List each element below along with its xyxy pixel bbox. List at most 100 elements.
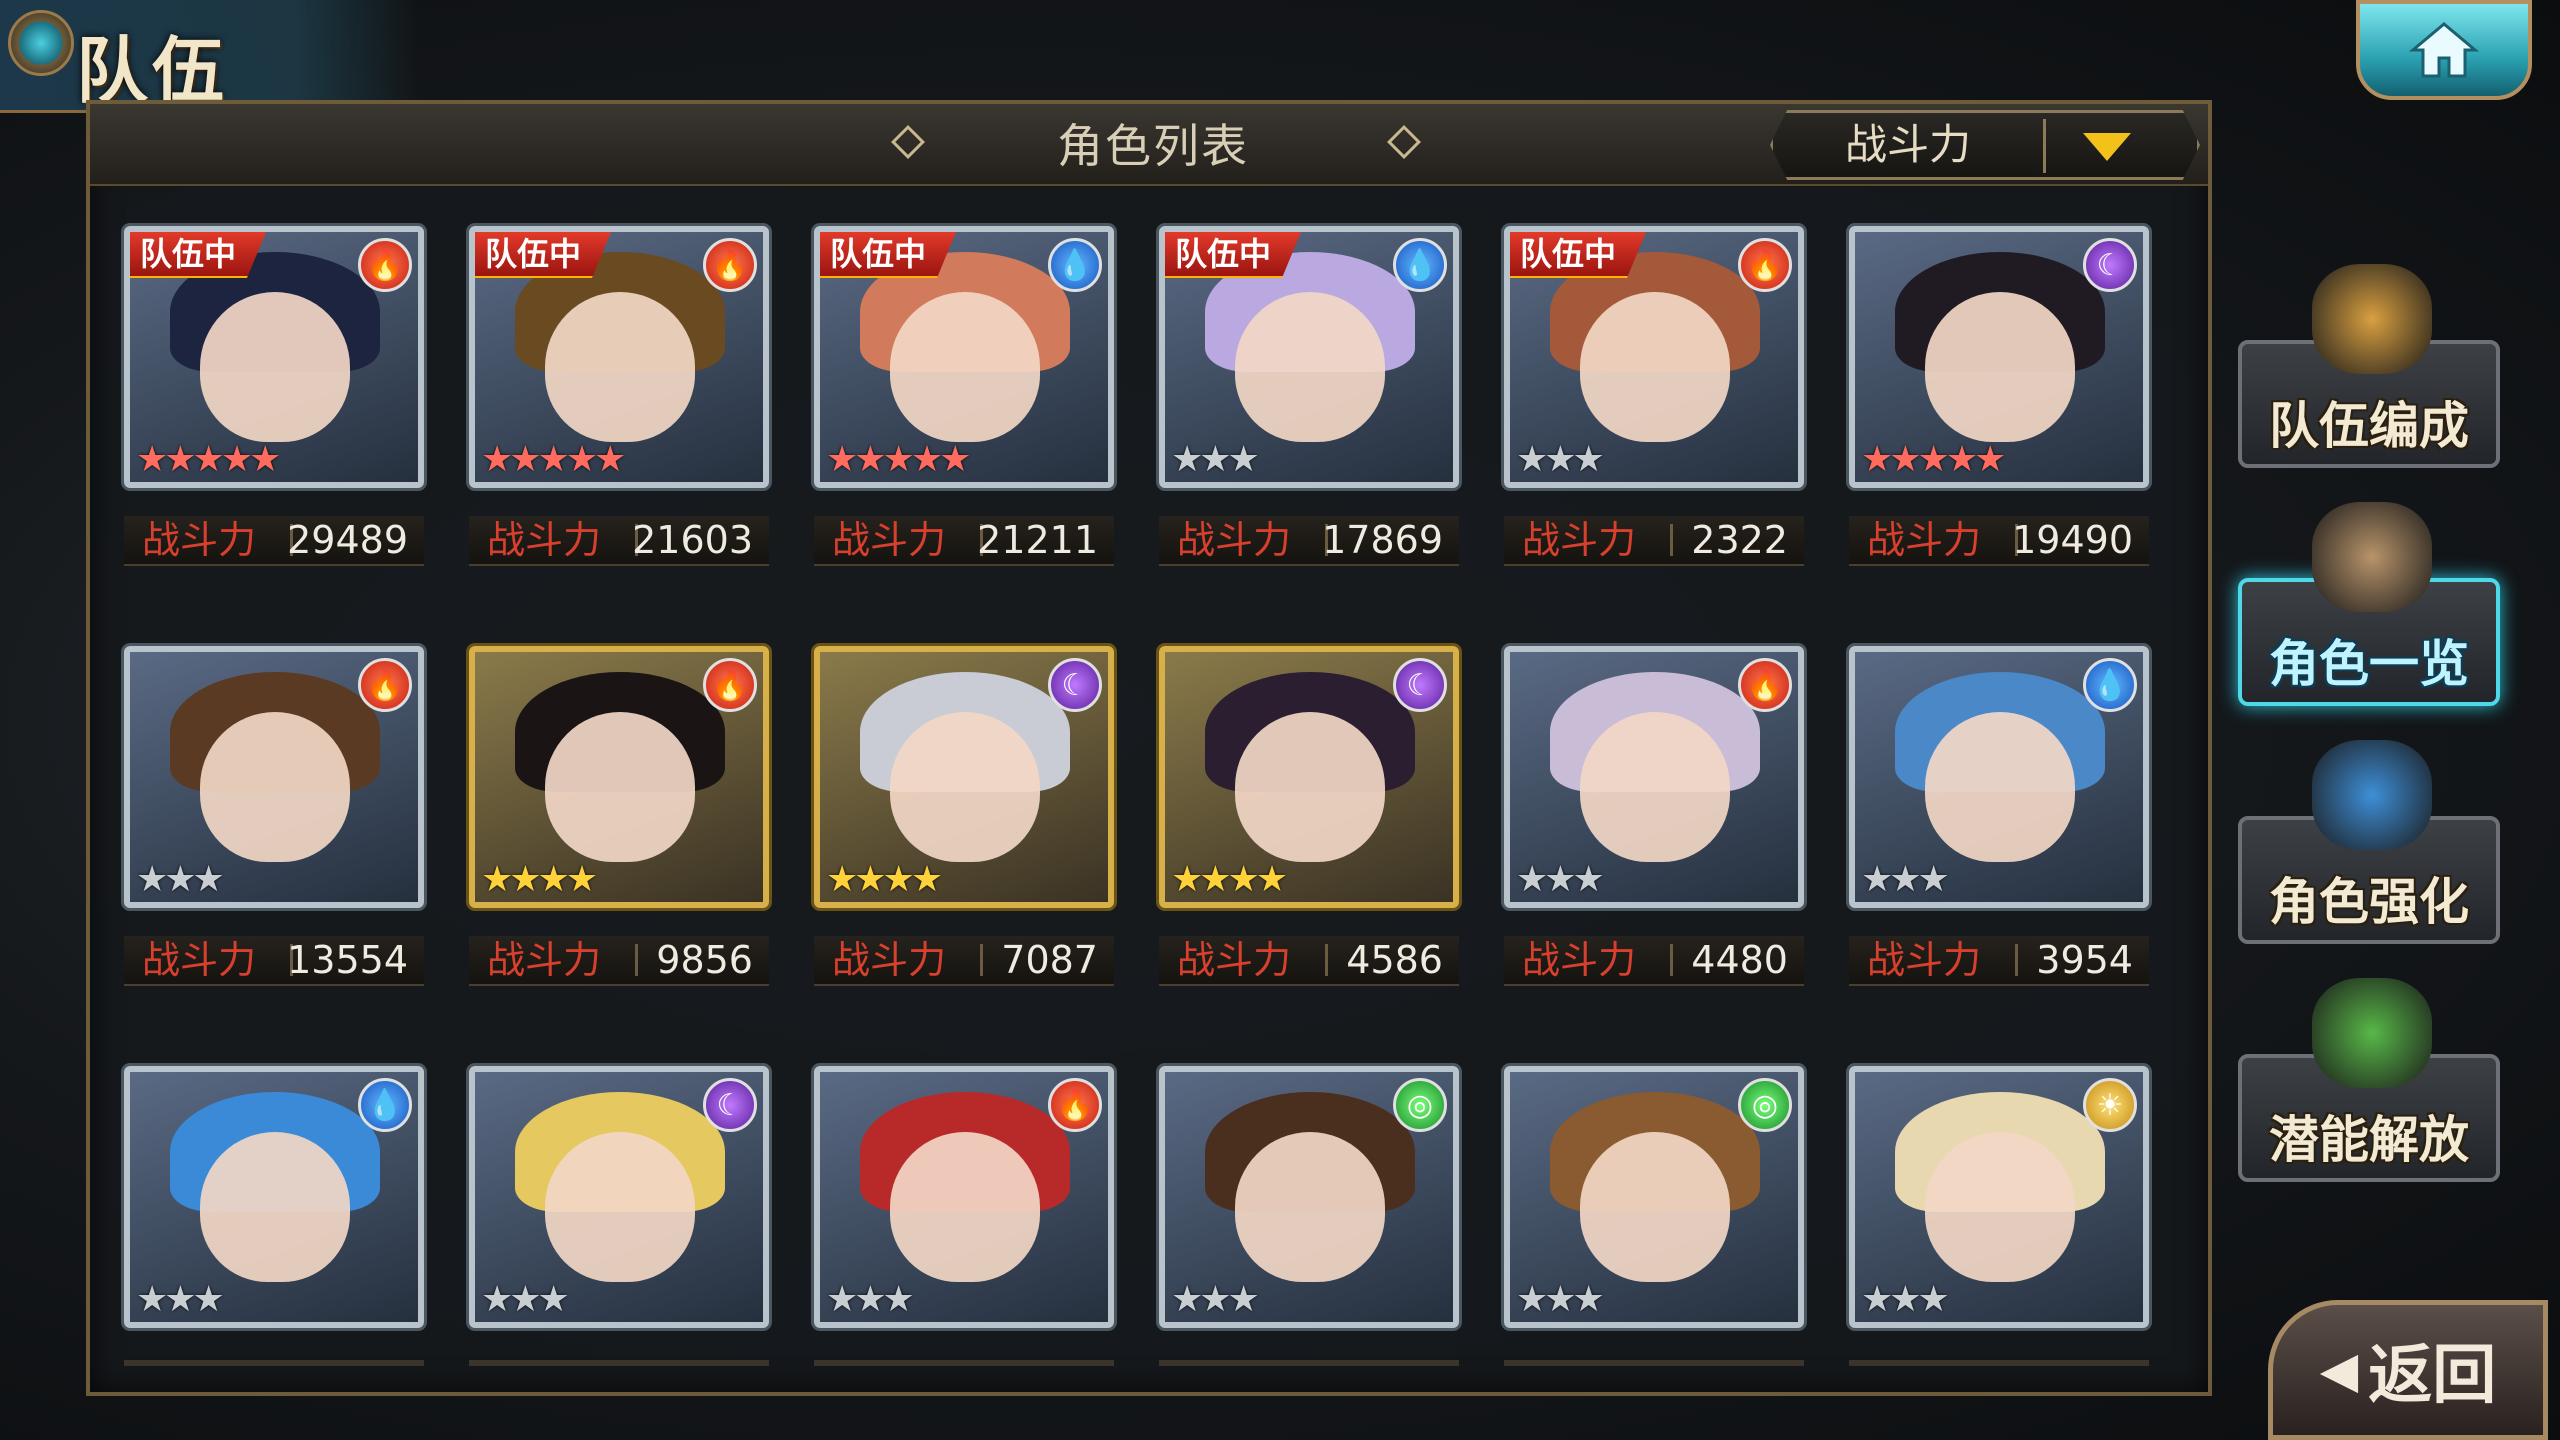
- power-row: 战斗力 3954: [1849, 936, 2149, 986]
- character-card[interactable]: ◎ ★★★: [1504, 1066, 1804, 1328]
- power-separator: [1670, 944, 1673, 976]
- menu-art-icon: [2312, 740, 2432, 850]
- sort-label: 战斗力: [1844, 120, 1971, 169]
- water-element-icon: 💧: [1393, 238, 1447, 292]
- back-arrow-icon: ◀: [2319, 1341, 2359, 1399]
- portrait-face: [200, 712, 350, 862]
- rarity-stars: ★★★: [1171, 439, 1260, 480]
- character-card[interactable]: ☾ ★★★: [469, 1066, 769, 1328]
- menu-art-icon: [2312, 978, 2432, 1088]
- character-card[interactable]: 💧 ★★★: [124, 1066, 424, 1328]
- portrait-face: [890, 1132, 1040, 1282]
- character-card[interactable]: ☾ ★★★★: [814, 646, 1114, 908]
- rarity-stars: ★★★★: [481, 859, 598, 900]
- dark-element-icon: ☾: [2083, 238, 2137, 292]
- side-menu-button[interactable]: 队伍编成: [2238, 264, 2500, 468]
- character-card[interactable]: 🔥 ★★★: [1504, 646, 1804, 908]
- fire-element-icon: 🔥: [703, 658, 757, 712]
- power-row-empty: [469, 1360, 769, 1366]
- portrait-face: [200, 1132, 350, 1282]
- power-label: 战斗力: [487, 938, 602, 982]
- rarity-stars: ★★★: [1861, 1279, 1950, 1320]
- home-icon: [2409, 22, 2479, 78]
- portrait-face: [1235, 292, 1385, 442]
- character-card[interactable]: 队伍中 🔥 ★★★: [1504, 226, 1804, 488]
- portrait-face: [1580, 1132, 1730, 1282]
- side-menu-label: 角色一览: [2269, 635, 2469, 693]
- portrait-face: [1925, 292, 2075, 442]
- character-card[interactable]: 队伍中 💧 ★★★: [1159, 226, 1459, 488]
- menu-art-icon: [2312, 264, 2432, 374]
- rarity-stars: ★★★: [826, 1279, 915, 1320]
- character-card[interactable]: ☾ ★★★★★: [1849, 226, 2149, 488]
- character-card[interactable]: ☾ ★★★★: [1159, 646, 1459, 908]
- power-value: 21211: [977, 518, 1098, 562]
- home-button[interactable]: [2356, 0, 2532, 100]
- side-menu-button[interactable]: 潜能解放: [2238, 978, 2500, 1182]
- power-row-empty: [1849, 1360, 2149, 1366]
- power-row: 战斗力 29489: [124, 516, 424, 566]
- side-menu-button[interactable]: 角色一览: [2238, 502, 2500, 706]
- power-label: 战斗力: [1867, 518, 1982, 562]
- gear-emblem-icon: [8, 10, 74, 76]
- power-value: 29489: [287, 518, 408, 562]
- menu-art-icon: [2312, 502, 2432, 612]
- power-value: 13554: [287, 938, 408, 982]
- power-separator: [1670, 524, 1673, 556]
- dark-element-icon: ☾: [1393, 658, 1447, 712]
- power-row: 战斗力 4586: [1159, 936, 1459, 986]
- character-card[interactable]: 队伍中 🔥 ★★★★★: [124, 226, 424, 488]
- power-row-empty: [1159, 1360, 1459, 1366]
- title-banner: 队伍: [0, 0, 420, 113]
- character-card[interactable]: 队伍中 🔥 ★★★★★: [469, 226, 769, 488]
- power-value: 19490: [2012, 518, 2133, 562]
- rarity-stars: ★★★: [1516, 439, 1605, 480]
- character-card[interactable]: 🔥 ★★★: [124, 646, 424, 908]
- character-card[interactable]: 🔥 ★★★★: [469, 646, 769, 908]
- sort-dropdown[interactable]: 战斗力: [1770, 110, 2200, 180]
- power-value: 3954: [2036, 938, 2133, 982]
- chevron-down-icon[interactable]: [2083, 133, 2131, 161]
- portrait-face: [1580, 712, 1730, 862]
- power-value: 21603: [632, 518, 753, 562]
- portrait-face: [1235, 712, 1385, 862]
- portrait-face: [1235, 1132, 1385, 1282]
- rarity-stars: ★★★: [1516, 1279, 1605, 1320]
- water-element-icon: 💧: [2083, 658, 2137, 712]
- rarity-stars: ★★★★★: [826, 439, 971, 480]
- power-separator: [1325, 944, 1328, 976]
- power-row: 战斗力 17869: [1159, 516, 1459, 566]
- power-row-empty: [814, 1360, 1114, 1366]
- character-card[interactable]: 💧 ★★★: [1849, 646, 2149, 908]
- side-menu-button[interactable]: 角色强化: [2238, 740, 2500, 944]
- portrait-face: [890, 712, 1040, 862]
- back-label: 返回: [2368, 1339, 2497, 1413]
- portrait-face: [1925, 1132, 2075, 1282]
- power-value: 7087: [1001, 938, 1098, 982]
- power-row: 战斗力 2322: [1504, 516, 1804, 566]
- back-button[interactable]: ◀ 返回: [2268, 1300, 2548, 1440]
- character-card[interactable]: ☀ ★★★: [1849, 1066, 2149, 1328]
- in-team-badge: 队伍中: [1510, 232, 1647, 278]
- portrait-face: [1580, 292, 1730, 442]
- portrait-face: [545, 712, 695, 862]
- fire-element-icon: 🔥: [703, 238, 757, 292]
- power-row: 战斗力 4480: [1504, 936, 1804, 986]
- character-card[interactable]: 队伍中 💧 ★★★★★: [814, 226, 1114, 488]
- wind-element-icon: ◎: [1393, 1078, 1447, 1132]
- water-element-icon: 💧: [358, 1078, 412, 1132]
- fire-element-icon: 🔥: [1048, 1078, 1102, 1132]
- character-card[interactable]: 🔥 ★★★: [814, 1066, 1114, 1328]
- power-value: 4480: [1691, 938, 1788, 982]
- power-value: 9856: [656, 938, 753, 982]
- in-team-badge: 队伍中: [130, 232, 267, 278]
- side-menu-label: 潜能解放: [2269, 1111, 2469, 1169]
- rarity-stars: ★★★★★: [136, 439, 281, 480]
- power-label: 战斗力: [1177, 938, 1292, 982]
- rarity-stars: ★★★★★: [1861, 439, 2006, 480]
- character-card[interactable]: ◎ ★★★: [1159, 1066, 1459, 1328]
- portrait-face: [890, 292, 1040, 442]
- fire-element-icon: 🔥: [1738, 658, 1792, 712]
- wind-element-icon: ◎: [1738, 1078, 1792, 1132]
- fire-element-icon: 🔥: [1738, 238, 1792, 292]
